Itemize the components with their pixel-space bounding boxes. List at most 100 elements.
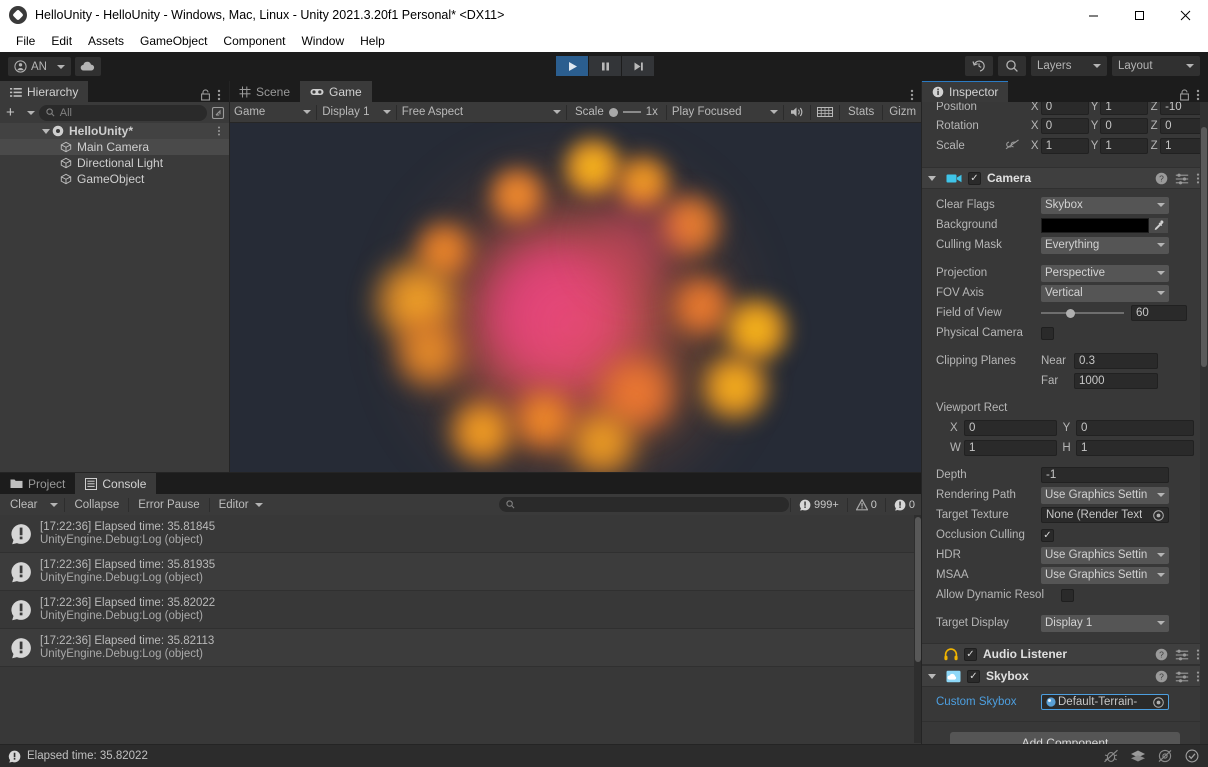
maximize-icon[interactable]	[1116, 0, 1162, 30]
editor-dropdown[interactable]: Editor	[211, 496, 271, 513]
chevron-down-icon[interactable]	[928, 673, 936, 679]
mute-audio-button[interactable]	[784, 106, 810, 118]
physical-camera-checkbox[interactable]	[1041, 326, 1054, 340]
audio-listener-component-header[interactable]: ✓ Audio Listener ?	[922, 643, 1208, 665]
chevron-down-icon[interactable]	[26, 110, 35, 115]
play-button[interactable]	[556, 56, 588, 76]
msaa-dropdown[interactable]: Use Graphics Settin	[1041, 566, 1169, 584]
expand-window-icon[interactable]	[211, 106, 225, 120]
field-of-view-slider[interactable]	[1041, 305, 1124, 321]
far-field[interactable]: 1000	[1074, 373, 1158, 389]
help-icon[interactable]: ?	[1155, 648, 1168, 661]
lock-icon[interactable]	[1179, 89, 1190, 101]
lock-icon[interactable]	[200, 89, 211, 101]
inspector-scrollbar[interactable]	[1200, 102, 1208, 744]
kebab-menu-icon[interactable]	[217, 88, 221, 102]
custom-skybox-field[interactable]: Default-Terrain-	[1041, 694, 1169, 710]
menu-item-component[interactable]: Component	[215, 32, 293, 50]
camera-component-header[interactable]: ✓ Camera ?	[922, 167, 1208, 189]
error-pause-toggle[interactable]: Error Pause	[130, 496, 207, 513]
list-item[interactable]: [17:22:36] Elapsed time: 35.82113 UnityE…	[0, 629, 922, 667]
undo-history-button[interactable]	[965, 56, 993, 76]
clear-flags-dropdown[interactable]: Skybox	[1041, 196, 1169, 214]
chevron-down-icon[interactable]	[42, 128, 50, 134]
collapse-toggle[interactable]: Collapse	[66, 496, 127, 513]
position-y-field[interactable]: 1	[1100, 102, 1149, 115]
viewport-w-field[interactable]: 1	[964, 440, 1057, 456]
hierarchy-search-input[interactable]: All	[38, 104, 207, 121]
close-icon[interactable]	[1162, 0, 1208, 30]
preview-disabled-icon[interactable]	[1157, 749, 1173, 763]
object-picker-icon[interactable]	[1153, 509, 1164, 521]
aspect-dropdown[interactable]: Free Aspect	[396, 103, 567, 121]
cloud-button[interactable]	[74, 57, 101, 76]
layout-dropdown[interactable]: Layout	[1112, 56, 1200, 76]
tab-project[interactable]: Project	[0, 473, 75, 494]
list-item[interactable]: [17:22:36] Elapsed time: 35.82022 UnityE…	[0, 591, 922, 629]
divider-hierarchy-game[interactable]	[229, 81, 230, 473]
menu-item-file[interactable]: File	[8, 32, 43, 50]
viewport-y-field[interactable]: 0	[1076, 420, 1194, 436]
scale-slider-handle[interactable]	[608, 107, 618, 117]
play-mode-dropdown[interactable]: Play Focused	[666, 103, 784, 121]
chevron-down-icon[interactable]	[928, 175, 936, 181]
scale-y-field[interactable]: 1	[1100, 138, 1149, 154]
menu-item-window[interactable]: Window	[293, 32, 352, 50]
layers-dropdown[interactable]: Layers	[1031, 56, 1107, 76]
target-display-dropdown[interactable]: Display 1	[1041, 614, 1169, 632]
preset-icon[interactable]	[1175, 172, 1189, 185]
depth-field[interactable]: -1	[1041, 467, 1169, 483]
list-item[interactable]: Main Camera	[0, 139, 229, 155]
tab-console[interactable]: Console	[75, 473, 157, 494]
fov-axis-dropdown[interactable]: Vertical	[1041, 284, 1169, 302]
background-color-swatch[interactable]	[1041, 217, 1149, 233]
object-picker-icon[interactable]	[1153, 696, 1164, 708]
scale-x-field[interactable]: 1	[1040, 138, 1089, 154]
error-count-badge[interactable]: 0	[886, 496, 922, 513]
account-dropdown[interactable]: AN	[8, 57, 71, 76]
list-item[interactable]: [17:22:36] Elapsed time: 35.81935 UnityE…	[0, 553, 922, 591]
menu-item-gameobject[interactable]: GameObject	[132, 32, 215, 50]
bug-disabled-icon[interactable]	[1103, 749, 1119, 763]
view-mode-dropdown[interactable]: Game	[229, 103, 317, 121]
field-of-view-value[interactable]: 60	[1131, 305, 1187, 321]
pause-button[interactable]	[589, 56, 621, 76]
add-component-button[interactable]: Add Component	[950, 732, 1180, 744]
help-icon[interactable]: ?	[1155, 670, 1168, 683]
help-icon[interactable]: ?	[1155, 172, 1168, 185]
audio-listener-enabled-checkbox[interactable]: ✓	[964, 647, 977, 661]
layers-icon[interactable]	[1130, 749, 1146, 763]
position-x-field[interactable]: 0	[1040, 102, 1089, 115]
frame-debug-button[interactable]	[811, 106, 839, 118]
console-search-input[interactable]	[498, 497, 789, 512]
scale-slider[interactable]: Scale 1x	[567, 106, 666, 118]
list-item[interactable]: GameObject	[0, 171, 229, 187]
tab-game[interactable]: Game	[300, 81, 372, 102]
preset-icon[interactable]	[1175, 670, 1189, 683]
stats-button[interactable]: Stats	[840, 106, 882, 118]
display-dropdown[interactable]: Display 1	[317, 103, 396, 121]
rotation-y-field[interactable]: 0	[1100, 118, 1149, 134]
game-render-canvas[interactable]	[229, 123, 922, 493]
skybox-component-header[interactable]: ✓ Skybox ?	[922, 665, 1208, 687]
minimize-icon[interactable]	[1070, 0, 1116, 30]
list-item[interactable]: Directional Light	[0, 155, 229, 171]
console-log-list[interactable]: [17:22:36] Elapsed time: 35.81845 UnityE…	[0, 515, 922, 743]
tab-hierarchy[interactable]: Hierarchy	[0, 81, 89, 102]
preset-icon[interactable]	[1175, 648, 1189, 661]
fov-slider-handle[interactable]	[1066, 308, 1075, 318]
kebab-menu-icon[interactable]	[1196, 88, 1200, 102]
allow-dynamic-checkbox[interactable]	[1061, 588, 1074, 602]
near-field[interactable]: 0.3	[1074, 353, 1158, 369]
tab-scene[interactable]: Scene	[229, 81, 300, 102]
kebab-menu-icon[interactable]	[910, 88, 914, 102]
divider-top-console[interactable]	[0, 472, 922, 473]
hdr-dropdown[interactable]: Use Graphics Settin	[1041, 546, 1169, 564]
divider-main-inspector[interactable]	[921, 81, 922, 744]
kebab-menu-icon[interactable]	[217, 125, 221, 137]
menu-item-help[interactable]: Help	[352, 32, 393, 50]
occlusion-culling-checkbox[interactable]: ✓	[1041, 528, 1054, 542]
inspector-scrollbar-thumb[interactable]	[1201, 127, 1207, 367]
tab-inspector[interactable]: Inspector	[922, 81, 1009, 102]
gizmos-button[interactable]: Gizm	[883, 106, 922, 118]
